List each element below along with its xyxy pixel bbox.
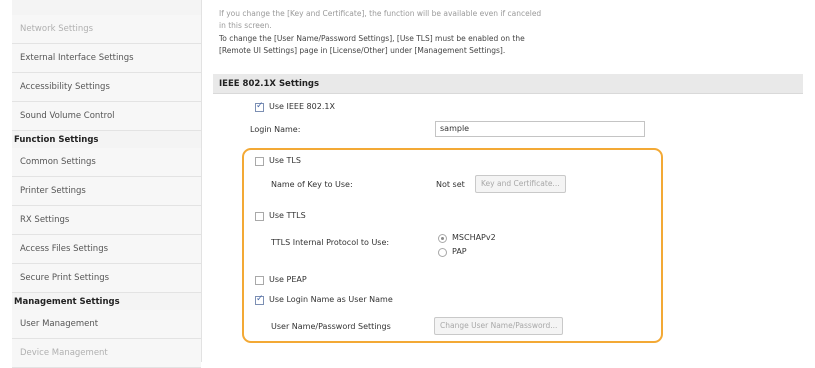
use-ieee-8021x-label: Use IEEE 802.1X [269,102,335,111]
sidebar-item-rx-settings[interactable]: RX Settings [12,206,201,235]
sidebar-item-printer-settings[interactable]: Printer Settings [12,177,201,206]
use-peap-label: Use PEAP [269,275,307,284]
ttls-pap-label: PAP [452,247,467,256]
sidebar-item-secure-print-settings[interactable]: Secure Print Settings [12,264,201,293]
ttls-mschapv2-radio[interactable] [438,234,447,243]
use-tls-label: Use TLS [269,156,301,165]
sidebar-item-access-files-settings[interactable]: Access Files Settings [12,235,201,264]
use-login-as-user-label: Use Login Name as User Name [269,295,393,304]
ttls-mschapv2-label: MSCHAPv2 [452,233,496,242]
use-ttls-label: Use TTLS [269,211,306,220]
note-line-1: If you change the [Key and Certificate],… [219,9,542,18]
login-name-field[interactable]: sample [435,121,645,137]
sidebar-item-device-management[interactable]: Device Management [12,339,201,368]
use-peap-checkbox[interactable] [255,276,264,285]
note-line-2: in this screen. [219,21,272,30]
user-password-settings-label: User Name/Password Settings [271,322,391,331]
key-name-label: Name of Key to Use: [271,180,353,189]
sidebar-item-network-settings[interactable]: Network Settings [12,15,201,44]
main-content: If you change the [Key and Certificate],… [213,0,803,362]
use-ieee-8021x-checkbox[interactable] [255,101,264,112]
sidebar-item-sound-volume-control[interactable]: Sound Volume Control [12,102,201,131]
change-user-password-button[interactable]: Change User Name/Password... [434,317,564,335]
section-header-ieee-8021x: IEEE 802.1X Settings [213,74,803,94]
sidebar-header-function-settings: Function Settings [12,133,201,147]
sidebar-header-management-settings: Management Settings [12,295,201,309]
sidebar-item-external-interface-settings[interactable]: External Interface Settings [12,44,201,73]
note-line-3: To change the [User Name/Password Settin… [219,34,525,43]
sidebar: Network Settings External Interface Sett… [12,0,202,368]
sidebar-item-user-management[interactable]: User Management [12,310,201,339]
key-name-value: Not set [436,180,465,189]
ttls-pap-radio[interactable] [438,248,447,257]
use-login-as-user-checkbox[interactable] [255,294,264,305]
note-line-4: [Remote UI Settings] page in [License/Ot… [219,46,506,55]
use-ttls-checkbox[interactable] [255,212,264,221]
login-name-label: Login Name: [250,125,301,134]
use-tls-checkbox[interactable] [255,157,264,166]
sidebar-item-accessibility-settings[interactable]: Accessibility Settings [12,73,201,102]
sidebar-item-common-settings[interactable]: Common Settings [12,148,201,177]
key-and-certificate-button[interactable]: Key and Certificate... [475,175,566,193]
ttls-protocol-label: TTLS Internal Protocol to Use: [271,238,390,247]
